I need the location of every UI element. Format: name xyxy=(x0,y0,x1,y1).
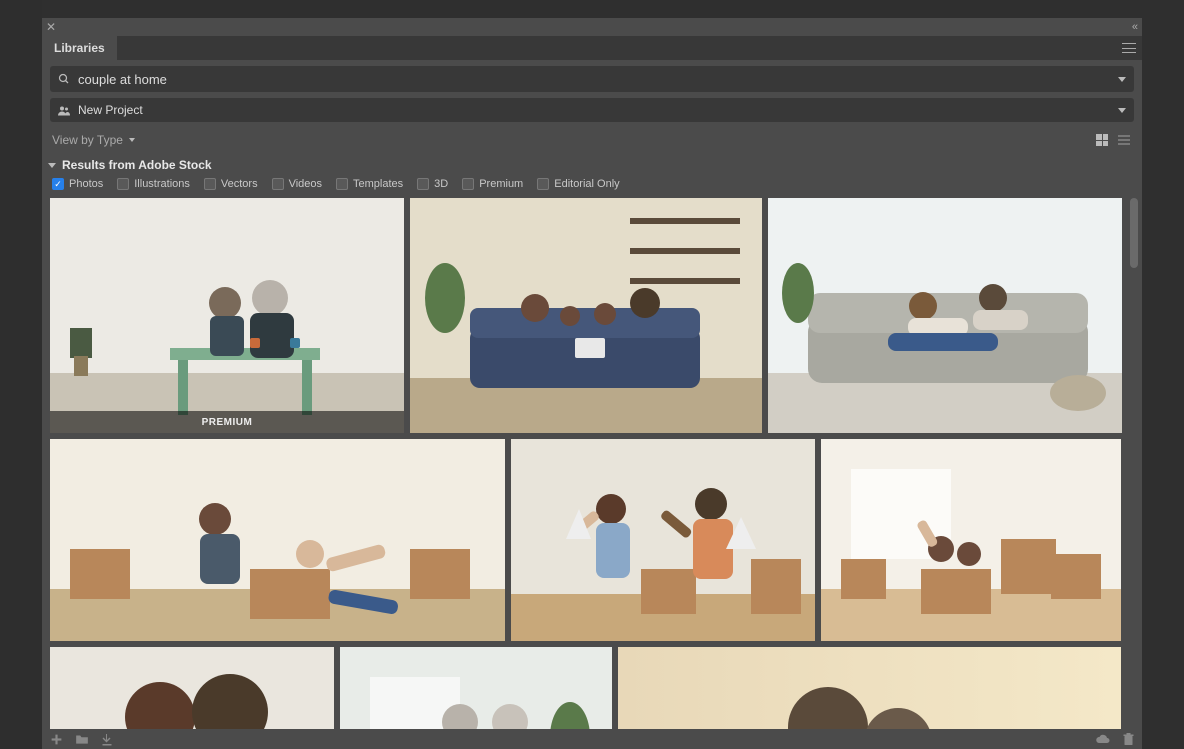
tab-libraries[interactable]: Libraries xyxy=(42,36,117,60)
result-thumbnail[interactable] xyxy=(410,198,762,433)
scroll-thumb[interactable] xyxy=(1130,198,1138,268)
view-options-row: View by Type xyxy=(42,128,1142,156)
filter-label: Premium xyxy=(479,178,523,190)
filter-label: Photos xyxy=(69,178,103,190)
libraries-panel: ✕ « Libraries New Project xyxy=(42,18,1142,749)
result-row xyxy=(50,647,1124,729)
checkbox[interactable] xyxy=(462,178,474,190)
filter-label: Vectors xyxy=(221,178,258,190)
result-thumbnail[interactable] xyxy=(821,439,1121,641)
collapse-panel-icon[interactable]: « xyxy=(1132,21,1138,33)
folder-icon[interactable] xyxy=(75,733,89,745)
grid-icon xyxy=(1096,134,1108,146)
cloud-sync-icon[interactable] xyxy=(1095,734,1111,745)
filter-bar: Photos Illustrations Vectors Videos Temp… xyxy=(42,176,1142,198)
result-thumbnail[interactable]: PREMIUM xyxy=(50,198,404,433)
search-input[interactable] xyxy=(78,68,1110,91)
filter-3d[interactable]: 3D xyxy=(417,178,448,190)
filter-label: Illustrations xyxy=(134,178,190,190)
app-gutter xyxy=(0,0,42,749)
people-icon xyxy=(58,105,70,116)
panel-tab-bar: Libraries xyxy=(42,36,1142,60)
results-section-header[interactable]: Results from Adobe Stock xyxy=(42,156,1142,176)
library-selector[interactable]: New Project xyxy=(50,98,1134,122)
grid-view-button[interactable] xyxy=(1094,132,1110,148)
tab-label: Libraries xyxy=(54,41,105,55)
filter-templates[interactable]: Templates xyxy=(336,178,403,190)
filter-label: 3D xyxy=(434,178,448,190)
hamburger-icon xyxy=(1122,43,1136,53)
result-row: PREMIUM xyxy=(50,198,1124,433)
trash-icon[interactable] xyxy=(1123,733,1134,746)
panel-footer xyxy=(42,729,1142,749)
result-thumbnail[interactable] xyxy=(340,647,612,729)
checkbox[interactable] xyxy=(117,178,129,190)
checkbox[interactable] xyxy=(336,178,348,190)
library-name: New Project xyxy=(78,103,1110,117)
result-thumbnail[interactable] xyxy=(511,439,815,641)
scrollbar[interactable] xyxy=(1130,198,1138,749)
search-dropdown-icon[interactable] xyxy=(1118,77,1126,82)
disclosure-icon xyxy=(48,163,56,168)
filter-editorial[interactable]: Editorial Only xyxy=(537,178,619,190)
checkbox[interactable] xyxy=(417,178,429,190)
filter-vectors[interactable]: Vectors xyxy=(204,178,258,190)
view-toggle xyxy=(1094,132,1132,148)
add-content-icon[interactable] xyxy=(50,733,63,746)
result-thumbnail[interactable] xyxy=(50,647,334,729)
search-box[interactable] xyxy=(50,66,1134,92)
results-body: PREMIUM xyxy=(42,198,1142,749)
close-icon[interactable]: ✕ xyxy=(46,21,56,33)
project-row: New Project xyxy=(42,98,1142,128)
chevron-down-icon xyxy=(1118,108,1126,113)
checkbox[interactable] xyxy=(204,178,216,190)
chevron-down-icon xyxy=(129,138,135,142)
checkbox[interactable] xyxy=(52,178,64,190)
result-row xyxy=(50,439,1124,641)
result-thumbnail[interactable] xyxy=(618,647,1121,729)
list-icon xyxy=(1118,135,1130,145)
filter-illustrations[interactable]: Illustrations xyxy=(117,178,190,190)
list-view-button[interactable] xyxy=(1116,132,1132,148)
download-icon[interactable] xyxy=(101,733,113,746)
results-title: Results from Adobe Stock xyxy=(62,158,212,172)
filter-photos[interactable]: Photos xyxy=(52,178,103,190)
checkbox[interactable] xyxy=(537,178,549,190)
result-thumbnail[interactable] xyxy=(768,198,1122,433)
premium-badge: PREMIUM xyxy=(50,411,404,433)
filter-videos[interactable]: Videos xyxy=(272,178,322,190)
view-by-label: View by Type xyxy=(52,133,123,147)
view-by-dropdown[interactable]: View by Type xyxy=(52,133,135,147)
search-row xyxy=(42,60,1142,98)
filter-label: Templates xyxy=(353,178,403,190)
panel-window-bar: ✕ « xyxy=(42,18,1142,36)
checkbox[interactable] xyxy=(272,178,284,190)
panel-menu-button[interactable] xyxy=(1122,36,1136,60)
filter-label: Editorial Only xyxy=(554,178,619,190)
results-grid: PREMIUM xyxy=(50,198,1124,729)
search-icon xyxy=(58,73,70,85)
filter-premium[interactable]: Premium xyxy=(462,178,523,190)
result-thumbnail[interactable] xyxy=(50,439,505,641)
filter-label: Videos xyxy=(289,178,322,190)
